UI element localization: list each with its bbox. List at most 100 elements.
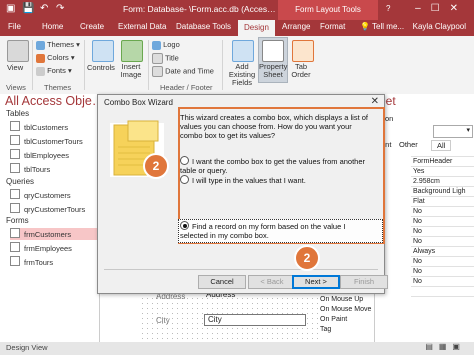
tab-order-icon bbox=[292, 40, 314, 62]
lightbulb-icon: 💡 bbox=[360, 22, 370, 31]
colors-label: Colors bbox=[47, 53, 69, 62]
next-button[interactable]: Next > bbox=[292, 275, 340, 289]
event-row[interactable]: Tag bbox=[320, 326, 331, 333]
nav-item-table[interactable]: tblEmployees bbox=[10, 149, 98, 161]
view-switcher-icons[interactable]: ▤▦▣ bbox=[425, 342, 466, 351]
nav-item-label: tblTours bbox=[24, 165, 51, 174]
nav-item-form[interactable]: frmEmployees bbox=[10, 242, 98, 254]
colors-button[interactable]: Colors ▾ bbox=[36, 53, 75, 63]
view-button[interactable]: View bbox=[7, 63, 23, 72]
nav-pane-title[interactable]: All Access Obje… bbox=[5, 94, 104, 108]
calendar-icon bbox=[152, 66, 163, 77]
property-sheet-icon bbox=[262, 40, 284, 62]
nav-section-forms[interactable]: Forms bbox=[6, 216, 29, 225]
option-find-record[interactable]: Find a record on my form based on the va… bbox=[180, 221, 375, 240]
access-logo-icon: ▣ bbox=[6, 3, 16, 14]
nav-item-label: qryCustomerTours bbox=[24, 205, 86, 214]
tab-order-button[interactable]: Tab Order bbox=[288, 63, 314, 79]
event-row[interactable]: On Mouse Move bbox=[320, 306, 371, 313]
date-time-button[interactable]: Date and Time bbox=[152, 66, 214, 77]
context-tools-label: Form Layout Tools bbox=[278, 0, 378, 20]
tell-me-input[interactable]: 💡 Tell me... bbox=[360, 22, 404, 31]
nav-item-table[interactable]: tblCustomerTours bbox=[10, 135, 98, 147]
back-button[interactable]: < Back bbox=[248, 275, 296, 289]
property-sheet-button[interactable]: Property Sheet bbox=[259, 63, 287, 79]
nav-item-query[interactable]: qryCustomers bbox=[10, 189, 98, 201]
tab-design[interactable]: Design bbox=[238, 20, 275, 36]
tab-external-data[interactable]: External Data bbox=[118, 22, 166, 31]
redo-icon[interactable]: ↷ bbox=[56, 3, 64, 14]
property-sheet-pane: eet on ▾ ent Other All FormHeader Yes 2.… bbox=[374, 94, 474, 342]
chevron-down-icon: ▾ bbox=[466, 127, 470, 134]
combo-box-wizard-dialog: Combo Box Wizard ✕ This wizard creates a… bbox=[97, 94, 388, 294]
window-controls[interactable]: –☐✕ bbox=[415, 3, 468, 14]
header-footer-group-label: Header / Footer bbox=[160, 83, 213, 92]
finish-button[interactable]: Finish bbox=[340, 275, 388, 289]
status-bar: Design View ▤▦▣ bbox=[0, 342, 474, 355]
help-icon[interactable]: ? bbox=[386, 4, 390, 13]
nav-item-label: tblCustomerTours bbox=[24, 137, 83, 146]
form-icon bbox=[10, 256, 20, 266]
tell-me-label: Tell me... bbox=[372, 22, 405, 31]
themes-icon bbox=[36, 40, 45, 50]
user-name[interactable]: Kayla Claypool bbox=[413, 22, 466, 31]
nav-item-query[interactable]: qryCustomerTours bbox=[10, 203, 98, 215]
view-icon bbox=[7, 40, 29, 62]
add-existing-fields-button[interactable]: Add Existing Fields bbox=[226, 63, 258, 87]
radio-button[interactable] bbox=[180, 156, 189, 165]
logo-icon bbox=[152, 40, 161, 50]
themes-button[interactable]: Themes ▾ bbox=[36, 40, 80, 50]
window-title: Form: Database- \Form.acc.db (Acces… bbox=[123, 4, 276, 14]
radio-button-selected[interactable] bbox=[180, 221, 189, 230]
nav-item-table[interactable]: tblCustomers bbox=[10, 121, 98, 133]
tab-other[interactable]: Other bbox=[399, 140, 418, 149]
radio-button[interactable] bbox=[180, 175, 189, 184]
tab-all[interactable]: All bbox=[431, 140, 452, 151]
save-icon[interactable]: 💾 bbox=[22, 3, 34, 14]
query-icon bbox=[10, 203, 20, 213]
nav-item-form[interactable]: frmTours bbox=[10, 256, 98, 268]
option-label: Find a record on my form based on the va… bbox=[180, 222, 346, 240]
tab-arrange[interactable]: Arrange bbox=[282, 22, 310, 31]
cancel-button[interactable]: Cancel bbox=[198, 275, 246, 289]
fonts-label: Fonts bbox=[47, 66, 66, 75]
tab-create[interactable]: Create bbox=[80, 22, 104, 31]
nav-item-label: frmEmployees bbox=[24, 244, 72, 253]
group-separator bbox=[148, 40, 149, 90]
tab-file[interactable]: File bbox=[8, 22, 21, 31]
property-value[interactable] bbox=[411, 296, 474, 307]
nav-item-label: qryCustomers bbox=[24, 191, 71, 200]
nav-item-table[interactable]: tblTours bbox=[10, 163, 98, 175]
selection-dropdown[interactable]: ▾ bbox=[433, 125, 473, 138]
controls-button[interactable]: Controls bbox=[87, 63, 115, 72]
event-row[interactable]: On Mouse Up bbox=[320, 296, 363, 303]
query-icon bbox=[10, 189, 20, 199]
divider bbox=[104, 269, 378, 270]
table-icon bbox=[10, 163, 20, 173]
nav-item-form-selected[interactable]: frmCustomers bbox=[10, 228, 98, 240]
add-existing-fields-icon bbox=[232, 40, 254, 62]
logo-button[interactable]: Logo bbox=[152, 40, 180, 50]
option-table-query[interactable]: I want the combo box to get the values f… bbox=[180, 156, 375, 175]
option-label: I will type in the values that I want. bbox=[192, 176, 306, 185]
nav-section-tables[interactable]: Tables bbox=[6, 109, 29, 118]
group-separator bbox=[84, 40, 85, 90]
nav-item-label: tblCustomers bbox=[24, 123, 69, 132]
event-row[interactable]: On Paint bbox=[320, 316, 347, 323]
insert-image-button[interactable]: Insert Image bbox=[118, 63, 144, 79]
nav-item-label: frmCustomers bbox=[24, 230, 72, 239]
ghost-label: City bbox=[156, 316, 170, 325]
tab-home[interactable]: Home bbox=[42, 22, 63, 31]
group-separator bbox=[32, 40, 33, 90]
tab-format[interactable]: Format bbox=[320, 22, 345, 31]
step-badge: 2 bbox=[143, 153, 169, 179]
undo-icon[interactable]: ↶ bbox=[40, 3, 48, 14]
nav-section-queries[interactable]: Queries bbox=[6, 177, 34, 186]
fonts-button[interactable]: Fonts ▾ bbox=[36, 66, 72, 76]
option-type-values[interactable]: I will type in the values that I want. bbox=[180, 175, 375, 185]
close-icon[interactable]: ✕ bbox=[371, 96, 379, 107]
table-icon bbox=[10, 149, 20, 159]
tab-database-tools[interactable]: Database Tools bbox=[176, 22, 231, 31]
nav-item-label: tblEmployees bbox=[24, 151, 70, 160]
title-button[interactable]: Title bbox=[152, 53, 179, 64]
